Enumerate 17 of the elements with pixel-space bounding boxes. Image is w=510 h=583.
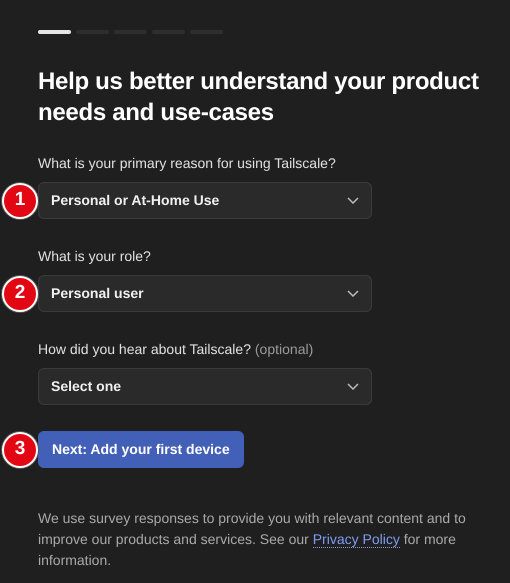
page-heading: Help us better understand your product needs and use-cases	[38, 67, 480, 128]
field-label: How did you hear about Tailscale?	[38, 341, 251, 357]
chevron-down-icon	[347, 197, 359, 204]
chevron-down-icon	[347, 290, 359, 297]
dropdown-select[interactable]: Personal or At-Home Use	[38, 182, 372, 219]
dropdown-select[interactable]: Personal user	[38, 275, 372, 312]
field-label: What is your role?	[38, 248, 151, 264]
chevron-down-icon	[347, 383, 359, 390]
privacy-policy-link[interactable]: Privacy Policy	[312, 531, 400, 548]
optional-hint: (optional)	[254, 341, 314, 357]
next-button[interactable]: Next: Add your first device	[38, 431, 244, 468]
field-label: What is your primary reason for using Tailscale?	[38, 155, 336, 171]
privacy-notice: We use survey responses to provide you with relevant content and to improve our products and services. See our Privacy Policy for more information.	[38, 509, 467, 570]
step-marker: 3	[2, 432, 38, 468]
step-marker: 2	[2, 276, 38, 312]
dropdown-select[interactable]: Select one	[38, 368, 372, 405]
step-marker: 1	[2, 182, 38, 218]
